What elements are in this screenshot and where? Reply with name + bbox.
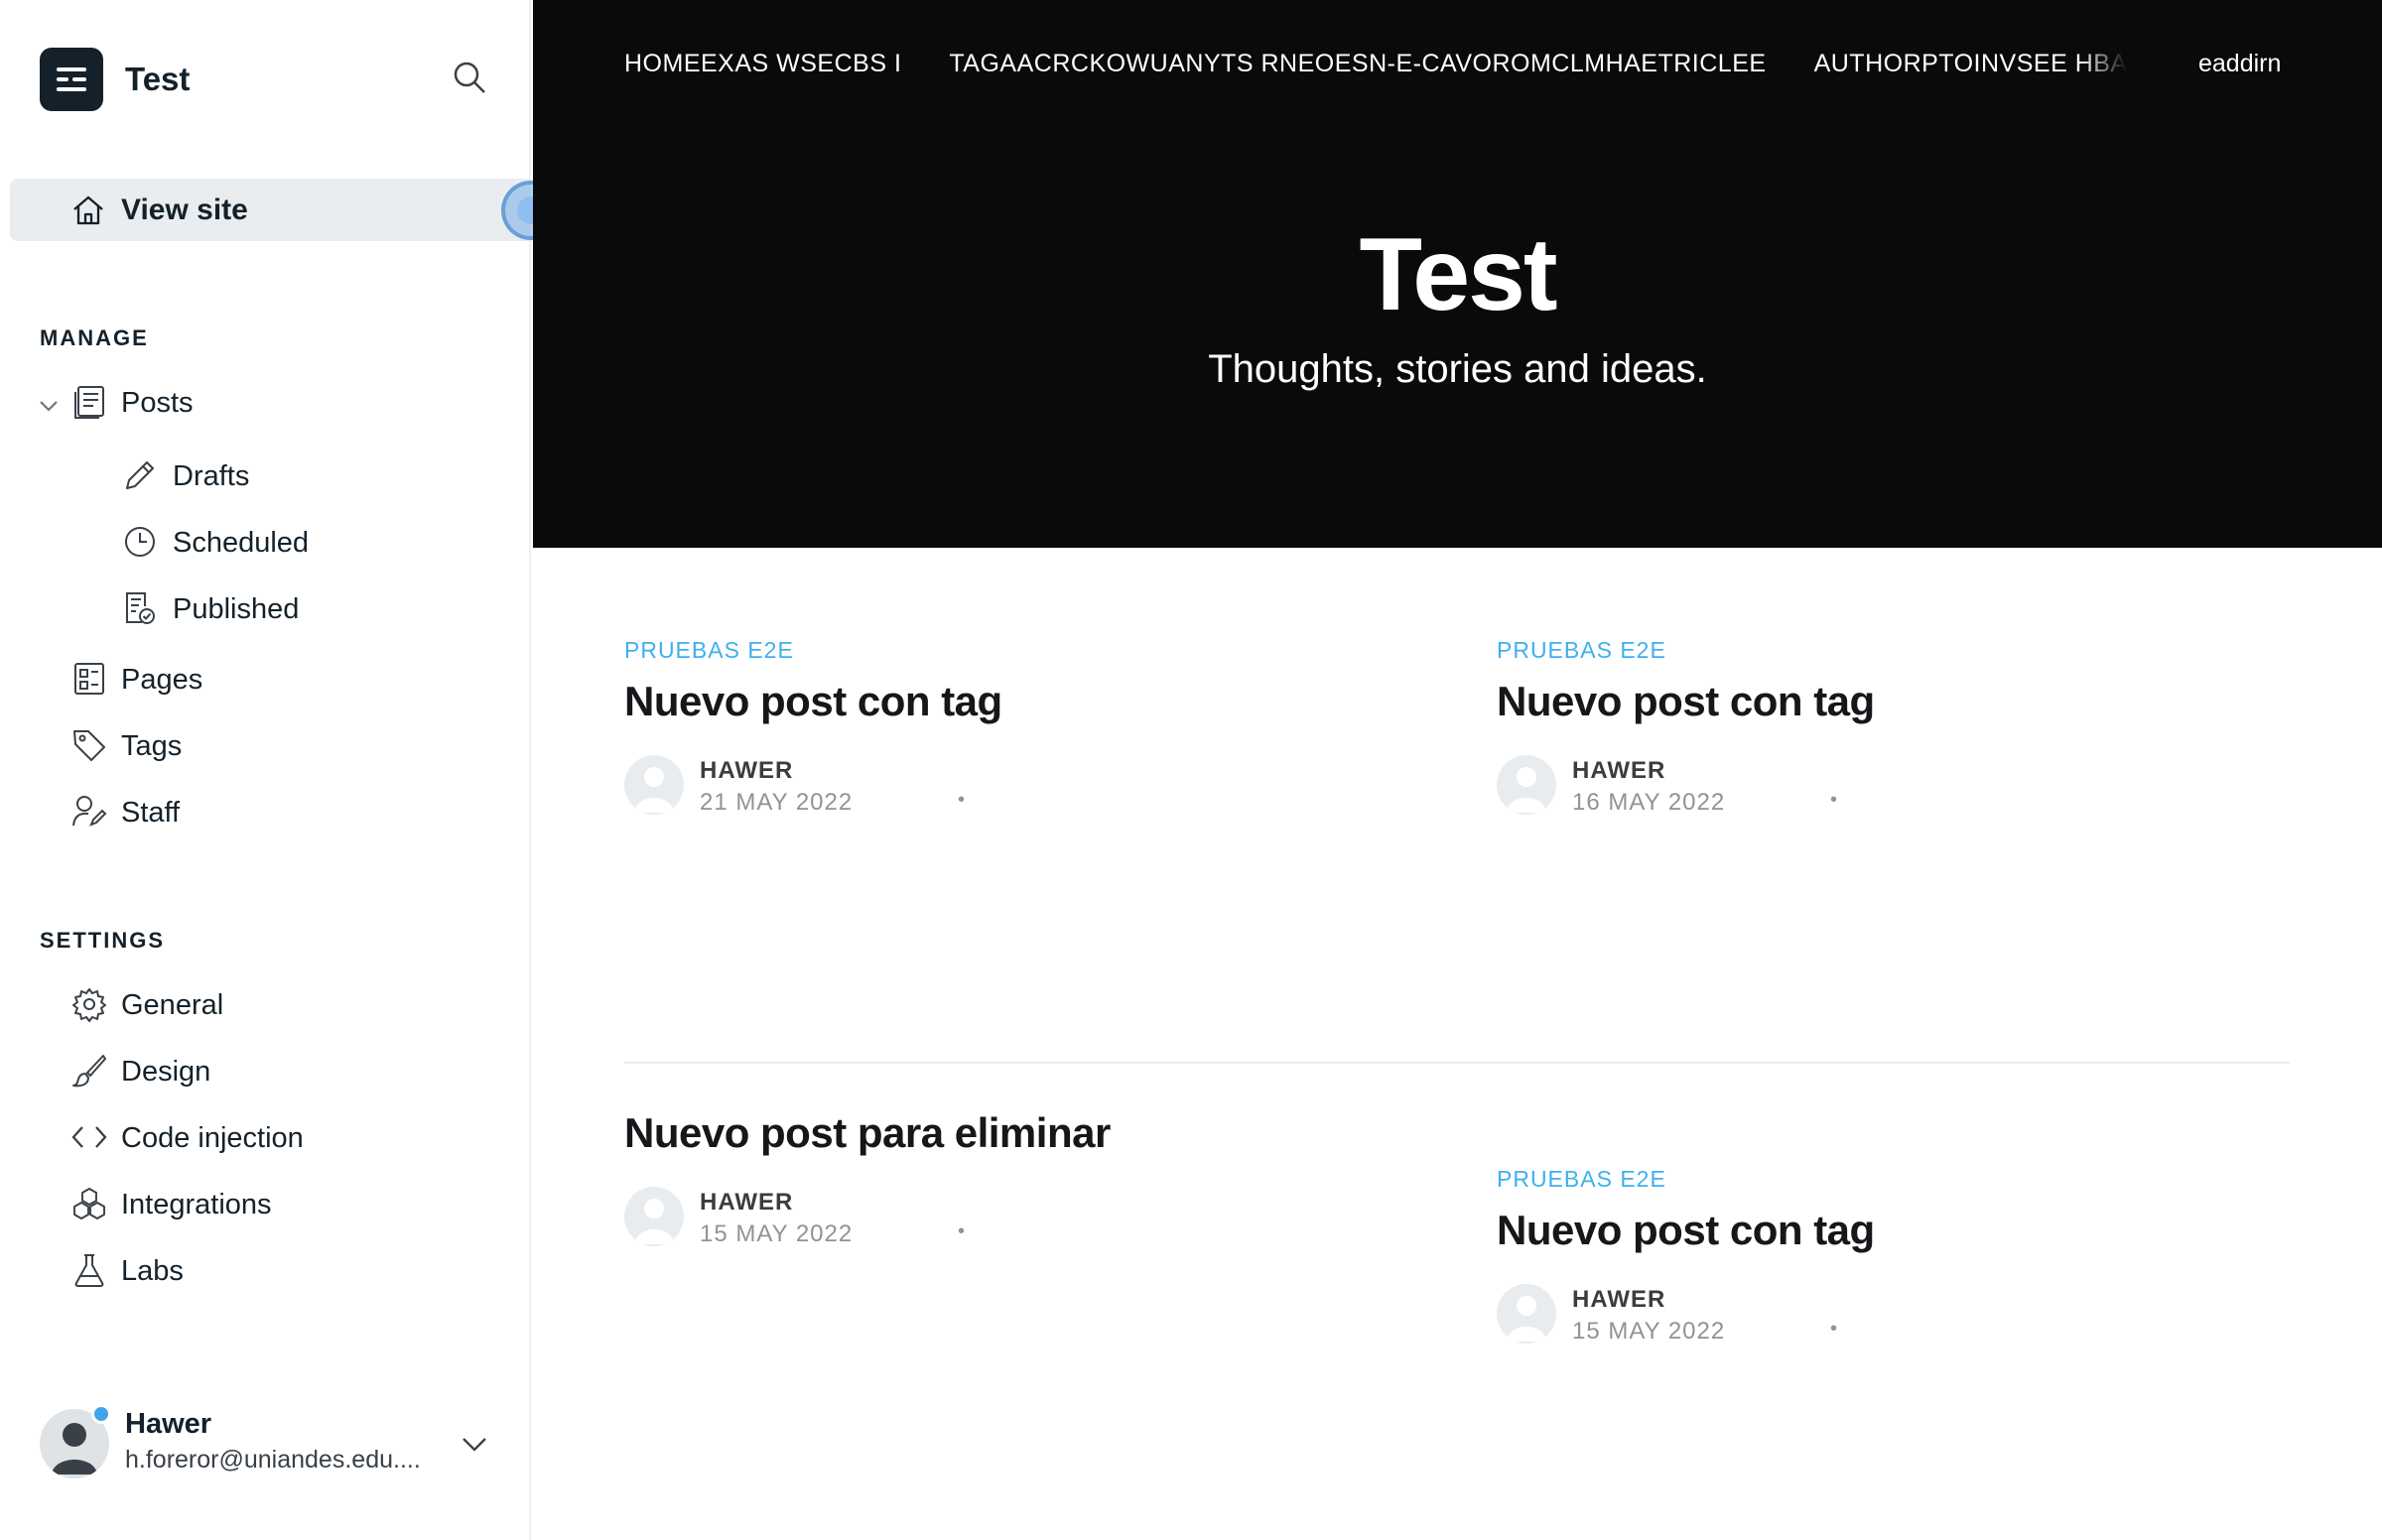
user-menu[interactable]: Hawer h.foreror@uniandes.edu.... bbox=[40, 1404, 506, 1483]
sidebar-item-label: Pages bbox=[121, 664, 203, 696]
sidebar-item-label: Drafts bbox=[173, 460, 250, 492]
sidebar-item-design[interactable]: Design bbox=[0, 1042, 531, 1101]
manage-heading: MANAGE bbox=[40, 325, 149, 350]
settings-heading: SETTINGS bbox=[40, 928, 166, 953]
published-doc-icon bbox=[122, 590, 158, 626]
post-title[interactable]: Nuevo post con tag bbox=[1497, 678, 2311, 725]
post-card[interactable]: PRUEBAS E2E Nuevo post con tag HAWER 16 … bbox=[1497, 637, 2311, 817]
nav-link-home[interactable]: HOMEEXAS WSECBS I bbox=[624, 50, 901, 89]
author-avatar[interactable] bbox=[1497, 755, 1556, 815]
author-avatar[interactable] bbox=[624, 1187, 684, 1246]
flask-icon bbox=[71, 1252, 107, 1288]
post-author[interactable]: HAWER bbox=[1572, 1286, 1665, 1314]
sidebar-item-label: Scheduled bbox=[173, 527, 310, 559]
post-title[interactable]: Nuevo post con tag bbox=[1497, 1207, 2311, 1254]
site-header: HOMEEXAS WSECBS I TAGAACRCKOWUANYTS RNEO… bbox=[533, 0, 2382, 548]
post-card[interactable]: Nuevo post para eliminar HAWER 15 MAY 20… bbox=[624, 1109, 1438, 1248]
post-meta: HAWER 15 MAY 2022 • bbox=[624, 1187, 1438, 1248]
post-title[interactable]: Nuevo post para eliminar bbox=[624, 1109, 1438, 1157]
post-author[interactable]: HAWER bbox=[700, 757, 793, 785]
sidebar-item-published[interactable]: Published bbox=[0, 579, 531, 639]
integrations-icon bbox=[71, 1186, 107, 1221]
signin-link[interactable]: eaddirn bbox=[2198, 50, 2281, 78]
post-date: 21 MAY 2022 bbox=[700, 789, 854, 816]
user-email: h.foreror@uniandes.edu.... bbox=[125, 1446, 421, 1474]
brand[interactable]: Test bbox=[40, 48, 190, 111]
sidebar-item-code-injection[interactable]: Code injection bbox=[0, 1108, 531, 1168]
nav-link-author[interactable]: AUTHORPTOINVSEE HBAIS bbox=[1814, 50, 2127, 89]
post-date: 15 MAY 2022 bbox=[700, 1220, 854, 1247]
author-avatar[interactable] bbox=[624, 755, 684, 815]
site-navigation: HOMEEXAS WSECBS I TAGAACRCKOWUANYTS RNEO… bbox=[624, 50, 2127, 89]
meta-separator: • bbox=[1830, 1318, 1838, 1340]
search-icon[interactable] bbox=[452, 60, 491, 99]
brand-title: Test bbox=[125, 61, 191, 97]
code-icon bbox=[71, 1119, 107, 1155]
sidebar-item-scheduled[interactable]: Scheduled bbox=[0, 513, 531, 573]
sidebar-item-label: Integrations bbox=[121, 1189, 272, 1220]
post-date: 16 MAY 2022 bbox=[1572, 789, 1726, 816]
post-date: 15 MAY 2022 bbox=[1572, 1318, 1726, 1345]
tag-icon bbox=[71, 727, 107, 763]
post-author[interactable]: HAWER bbox=[1572, 757, 1665, 785]
post-meta: HAWER 15 MAY 2022 • bbox=[1497, 1284, 2311, 1346]
post-tag[interactable]: PRUEBAS E2E bbox=[624, 637, 1438, 672]
nav-link-tag[interactable]: TAGAACRCKOWUANYTS RNEOESN-E-CAVOROMCLMHA… bbox=[949, 50, 1766, 89]
sidebar-item-pages[interactable]: Pages bbox=[0, 650, 531, 709]
chevron-down-icon[interactable] bbox=[38, 395, 60, 417]
sidebar-item-label: Design bbox=[121, 1056, 211, 1088]
post-card[interactable]: PRUEBAS E2E Nuevo post con tag HAWER 21 … bbox=[624, 637, 1438, 817]
admin-sidebar: Test View site MANAGE Posts Drafts Sched… bbox=[0, 0, 561, 1540]
sidebar-item-general[interactable]: General bbox=[0, 975, 531, 1035]
pencil-icon bbox=[122, 457, 158, 493]
site-title: Test bbox=[1359, 217, 1557, 332]
sidebar-item-label: General bbox=[121, 989, 224, 1021]
gear-icon bbox=[71, 986, 107, 1022]
meta-separator: • bbox=[958, 789, 966, 811]
meta-separator: • bbox=[958, 1220, 966, 1242]
sidebar-item-label: Code injection bbox=[121, 1122, 304, 1154]
meta-separator: • bbox=[1830, 789, 1838, 811]
sidebar-item-label: Labs bbox=[121, 1255, 184, 1287]
brush-icon bbox=[71, 1053, 107, 1089]
post-author[interactable]: HAWER bbox=[700, 1189, 793, 1217]
post-tag[interactable]: PRUEBAS E2E bbox=[1497, 1166, 2311, 1201]
post-feed-divider bbox=[624, 1062, 2290, 1064]
view-site-label: View site bbox=[121, 193, 248, 226]
site-preview: HOMEEXAS WSECBS I TAGAACRCKOWUANYTS RNEO… bbox=[533, 0, 2382, 1540]
post-meta: HAWER 16 MAY 2022 • bbox=[1497, 755, 2311, 817]
post-meta: HAWER 21 MAY 2022 • bbox=[624, 755, 1438, 817]
online-status-dot bbox=[91, 1404, 111, 1424]
view-site-link[interactable]: View site bbox=[10, 179, 531, 241]
sidebar-item-label: Tags bbox=[121, 730, 183, 762]
sidebar-item-drafts[interactable]: Drafts bbox=[0, 447, 531, 506]
posts-icon bbox=[71, 384, 107, 420]
clock-icon bbox=[122, 524, 158, 560]
sidebar-item-label: Posts bbox=[121, 387, 194, 419]
post-card[interactable]: PRUEBAS E2E Nuevo post con tag HAWER 15 … bbox=[1497, 1166, 2311, 1346]
post-tag[interactable]: PRUEBAS E2E bbox=[1497, 637, 2311, 672]
user-name: Hawer bbox=[125, 1408, 212, 1440]
sidebar-item-label: Published bbox=[173, 593, 300, 625]
sidebar-item-staff[interactable]: Staff bbox=[0, 783, 531, 842]
site-description: Thoughts, stories and ideas. bbox=[1208, 347, 1707, 391]
post-title[interactable]: Nuevo post con tag bbox=[624, 678, 1438, 725]
staff-icon bbox=[71, 794, 107, 830]
sidebar-item-posts[interactable]: Posts bbox=[0, 373, 531, 433]
chevron-down-icon[interactable] bbox=[460, 1429, 489, 1459]
sidebar-item-integrations[interactable]: Integrations bbox=[0, 1175, 531, 1234]
author-avatar[interactable] bbox=[1497, 1284, 1556, 1344]
site-logo-icon bbox=[40, 48, 103, 111]
sidebar-item-label: Staff bbox=[121, 797, 181, 829]
sidebar-item-tags[interactable]: Tags bbox=[0, 716, 531, 776]
pages-icon bbox=[71, 661, 107, 697]
home-icon bbox=[71, 193, 105, 227]
sidebar-item-labs[interactable]: Labs bbox=[0, 1241, 531, 1301]
